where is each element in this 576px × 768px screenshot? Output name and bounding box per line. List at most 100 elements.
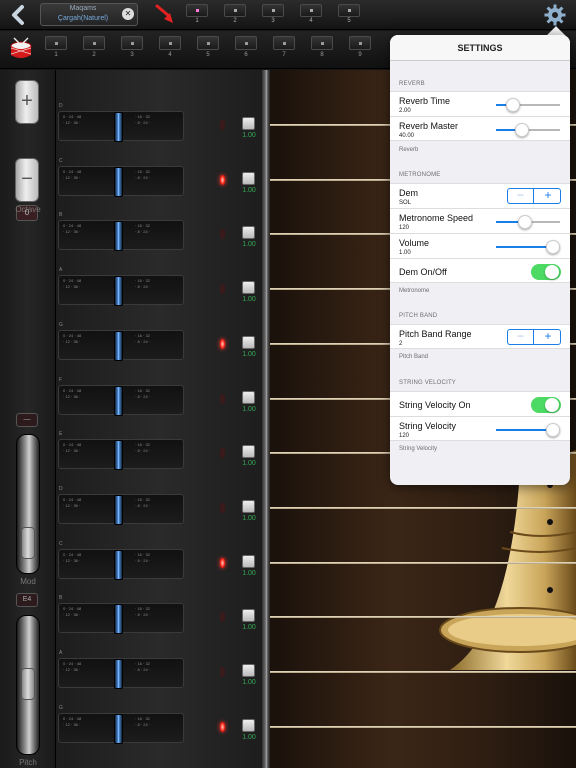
- string-fader-track[interactable]: 0 · 24 · 48 · 12 · 36 · · 16 · 32 · 8 · 24 …: [58, 712, 184, 744]
- slider-thumb[interactable]: [546, 423, 560, 437]
- reverb-master-slider[interactable]: [496, 123, 560, 137]
- string-enable-checkbox[interactable]: [242, 718, 255, 732]
- metronome-speed-slider[interactable]: [496, 215, 560, 229]
- maqam-selector[interactable]: Maqams Çargah(Naturel) ✕: [40, 3, 138, 26]
- string-fader-track[interactable]: 0 · 24 · 48 · 12 · 36 · · 16 · 32 · 8 · 24 …: [58, 111, 184, 142]
- close-icon[interactable]: ✕: [122, 8, 134, 20]
- pitch-band-increment-button[interactable]: +: [535, 330, 561, 344]
- string-note-label: C: [59, 540, 63, 547]
- preset-box: [273, 36, 295, 50]
- volume-row: Volume 1.00: [390, 233, 570, 258]
- pitch-label: Pitch: [19, 758, 37, 767]
- fader-thumb[interactable]: [114, 494, 123, 525]
- fader-thumb[interactable]: [114, 604, 123, 635]
- settings-button[interactable]: [544, 4, 566, 26]
- octave-up-button[interactable]: +: [15, 80, 39, 124]
- instrument-string[interactable]: [270, 506, 576, 509]
- string-enable-checkbox[interactable]: [242, 226, 255, 240]
- fader-thumb[interactable]: [114, 166, 123, 197]
- fader-thumb[interactable]: [114, 713, 123, 744]
- dem-onoff-toggle[interactable]: [531, 264, 561, 280]
- maqam-slot-3[interactable]: 3: [262, 4, 284, 26]
- fader-thumb[interactable]: [114, 112, 123, 142]
- maqam-slot-4[interactable]: 4: [300, 4, 322, 26]
- back-button[interactable]: [8, 4, 30, 26]
- slider-thumb[interactable]: [546, 240, 560, 254]
- instrument-string[interactable]: [270, 561, 576, 564]
- maqam-slot-5[interactable]: 5: [338, 4, 360, 26]
- preset-slot-8[interactable]: 8: [311, 36, 333, 64]
- string-enable-checkbox[interactable]: [242, 445, 255, 459]
- string-channel-row: C0 · 24 · 48 · 12 · 36 · · 16 · 32 · 8 · 24…: [56, 541, 264, 585]
- string-enable-checkbox[interactable]: [242, 117, 255, 130]
- string-fader-track[interactable]: 0 · 24 · 48 · 12 · 36 · · 16 · 32 · 8 · 24 …: [58, 329, 184, 361]
- fader-thumb[interactable]: [114, 330, 123, 361]
- preset-slot-1[interactable]: 1: [45, 36, 67, 64]
- string-enable-checkbox[interactable]: [242, 171, 255, 185]
- pitch-band-stepper[interactable]: − +: [507, 329, 561, 345]
- preset-slot-3[interactable]: 3: [121, 36, 143, 64]
- pitch-band-decrement-button[interactable]: −: [508, 330, 534, 344]
- preset-slot-4[interactable]: 4: [159, 36, 181, 64]
- string-fader-track[interactable]: 0 · 24 · 48 · 12 · 36 · · 16 · 32 · 8 · 24 …: [58, 384, 184, 416]
- instrument-string[interactable]: [270, 725, 576, 728]
- mod-wheel[interactable]: [16, 434, 40, 574]
- slider-thumb[interactable]: [506, 98, 521, 112]
- string-enable-checkbox[interactable]: [242, 281, 255, 295]
- string-note-label: G: [59, 321, 63, 328]
- preset-indicator: [93, 42, 96, 45]
- reverb-time-slider[interactable]: [496, 98, 560, 112]
- fader-thumb[interactable]: [114, 221, 123, 252]
- string-mixer: D0 · 24 · 48 · 12 · 36 · · 16 · 32 · 8 · 24…: [56, 70, 264, 768]
- dem-decrement-button[interactable]: −: [508, 189, 534, 203]
- string-enable-checkbox[interactable]: [242, 554, 255, 568]
- preset-slot-5[interactable]: 5: [197, 36, 219, 64]
- mod-indicator: —: [16, 413, 38, 427]
- slider-thumb[interactable]: [514, 123, 529, 137]
- pitch-wheel-knob[interactable]: [21, 668, 35, 700]
- preset-slot-9[interactable]: 9: [349, 36, 371, 64]
- mod-wheel-knob[interactable]: [21, 527, 35, 559]
- slider-thumb[interactable]: [517, 215, 532, 229]
- string-velocity-section-footer: String Velocity: [399, 446, 438, 452]
- octave-down-button[interactable]: −: [15, 158, 39, 202]
- fader-thumb[interactable]: [114, 659, 123, 689]
- pitch-wheel[interactable]: [16, 615, 40, 755]
- preset-slot-7[interactable]: 7: [273, 36, 295, 64]
- string-enable-checkbox[interactable]: [242, 664, 255, 677]
- fader-thumb[interactable]: [114, 440, 123, 471]
- volume-slider[interactable]: [496, 240, 560, 254]
- string-velocity-value: 120: [399, 433, 410, 439]
- preset-slot-2[interactable]: 2: [83, 36, 105, 64]
- dem-stepper[interactable]: − +: [507, 188, 561, 204]
- string-fader-track[interactable]: 0 · 24 · 48 · 12 · 36 · · 16 · 32 · 8 · 24 …: [58, 658, 184, 689]
- string-fader-track[interactable]: 0 · 24 · 48 · 12 · 36 · · 16 · 32 · 8 · 24 …: [58, 493, 184, 525]
- fader-scale: 0 · 24 · 48 · 12 · 36 ·: [63, 442, 82, 454]
- preset-slot-6[interactable]: 6: [235, 36, 257, 64]
- string-fader-track[interactable]: 0 · 24 · 48 · 12 · 36 · · 16 · 32 · 8 · 24 …: [58, 548, 184, 580]
- string-fader-track[interactable]: 0 · 24 · 48 · 12 · 36 · · 16 · 32 · 8 · 24 …: [58, 603, 184, 635]
- reverb-time-value: 2.00: [399, 108, 411, 114]
- string-velocity-slider[interactable]: [496, 423, 560, 437]
- record-arrow-button[interactable]: [155, 3, 177, 27]
- string-fader-track[interactable]: 0 · 24 · 48 · 12 · 36 · · 16 · 32 · 8 · 24 …: [58, 220, 184, 252]
- fader-thumb[interactable]: [114, 385, 123, 416]
- preset-indicator: [359, 42, 362, 45]
- instrument-string[interactable]: [270, 671, 576, 673]
- string-note-label: F: [59, 376, 63, 383]
- fader-thumb[interactable]: [114, 549, 123, 580]
- string-fader-track[interactable]: 0 · 24 · 48 · 12 · 36 · · 16 · 32 · 8 · 24 …: [58, 165, 184, 197]
- maqam-slot-1[interactable]: 1: [186, 4, 208, 26]
- fader-thumb[interactable]: [114, 276, 123, 307]
- drum-button[interactable]: [8, 36, 34, 62]
- string-fader-track[interactable]: 0 · 24 · 48 · 12 · 36 · · 16 · 32 · 8 · 24 …: [58, 439, 184, 471]
- dem-increment-button[interactable]: +: [535, 189, 561, 203]
- string-enable-checkbox[interactable]: [242, 499, 255, 513]
- string-enable-checkbox[interactable]: [242, 335, 255, 349]
- maqam-slot-2[interactable]: 2: [224, 4, 246, 26]
- instrument-string[interactable]: [270, 616, 576, 619]
- string-enable-checkbox[interactable]: [242, 390, 255, 404]
- string-fader-track[interactable]: 0 · 24 · 48 · 12 · 36 · · 16 · 32 · 8 · 24 …: [58, 275, 184, 307]
- string-velocity-toggle[interactable]: [531, 397, 561, 413]
- string-enable-checkbox[interactable]: [242, 609, 255, 623]
